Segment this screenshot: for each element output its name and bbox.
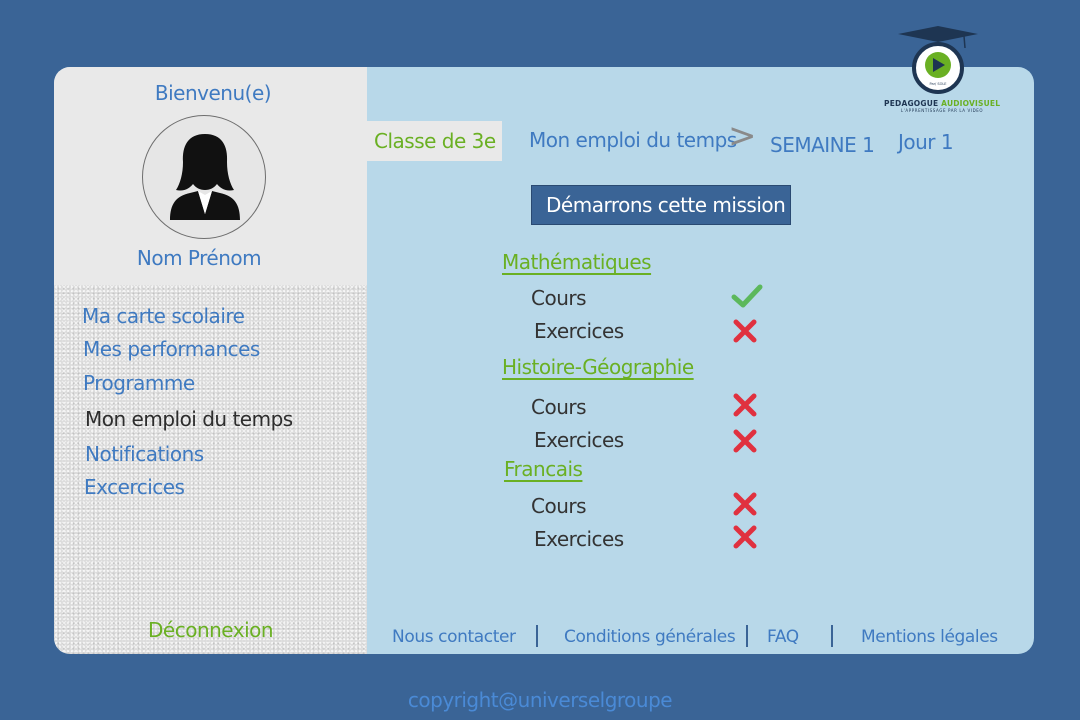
task-francais-exercices[interactable]: Exercices <box>534 527 624 551</box>
footer-divider <box>746 625 748 647</box>
subject-histoire-geographie[interactable]: Histoire-Géographie <box>502 355 694 379</box>
task-maths-exercices[interactable]: Exercices <box>534 319 624 343</box>
logo-badge-text: Par/ SOLE <box>930 82 947 86</box>
footer-divider <box>536 625 538 647</box>
breadcrumb-separator: > <box>728 116 757 156</box>
cross-icon <box>733 492 757 516</box>
footer-divider <box>831 625 833 647</box>
cross-icon <box>733 319 757 343</box>
task-histgeo-exercices[interactable]: Exercices <box>534 428 624 452</box>
task-maths-cours[interactable]: Cours <box>531 286 587 310</box>
breadcrumb-page[interactable]: Mon emploi du temps <box>529 128 737 152</box>
logo-brand: PEDAGOGUE AUDIOVISUEL <box>884 99 1001 108</box>
class-label: Classe de 3e <box>367 121 502 161</box>
footer-link-contact[interactable]: Nous contacter <box>392 627 516 647</box>
logo-tagline: L'APPRENTISSAGE PAR LA VIDEO <box>900 108 984 113</box>
subject-mathematiques[interactable]: Mathématiques <box>502 250 652 274</box>
user-silhouette-icon <box>170 134 240 220</box>
avatar[interactable] <box>142 115 266 239</box>
welcome-text: Bienvenu(e) <box>154 81 272 105</box>
start-mission-button[interactable]: Démarrons cette mission <box>531 185 791 225</box>
task-histgeo-cours[interactable]: Cours <box>531 395 587 419</box>
main-card: Bienvenu(e) Nom Prénom Ma carte scolaire… <box>54 67 1034 654</box>
breadcrumb-day[interactable]: Jour 1 <box>898 130 954 154</box>
task-francais-cours[interactable]: Cours <box>531 494 587 518</box>
footer-link-conditions[interactable]: Conditions générales <box>564 627 736 647</box>
cross-icon <box>733 429 757 453</box>
sidebar-item-notifications[interactable]: Notifications <box>85 442 204 466</box>
footer-link-mentions[interactable]: Mentions légales <box>861 627 998 647</box>
check-icon <box>731 284 763 308</box>
sidebar-item-excercices[interactable]: Excercices <box>84 475 185 499</box>
subject-francais[interactable]: Francais <box>504 457 583 481</box>
logout-link[interactable]: Déconnexion <box>148 618 274 642</box>
cross-icon <box>733 525 757 549</box>
sidebar-item-carte-scolaire[interactable]: Ma carte scolaire <box>82 304 245 328</box>
cross-icon <box>733 393 757 417</box>
user-name: Nom Prénom <box>136 246 262 270</box>
footer-link-faq[interactable]: FAQ <box>767 627 799 647</box>
sidebar-item-performances[interactable]: Mes performances <box>83 337 260 361</box>
sidebar-item-emploi-du-temps[interactable]: Mon emploi du temps <box>85 407 293 431</box>
copyright-text: copyright@universelgroupe <box>407 688 673 712</box>
breadcrumb-week[interactable]: SEMAINE 1 <box>770 133 875 157</box>
sidebar-item-programme[interactable]: Programme <box>83 371 195 395</box>
